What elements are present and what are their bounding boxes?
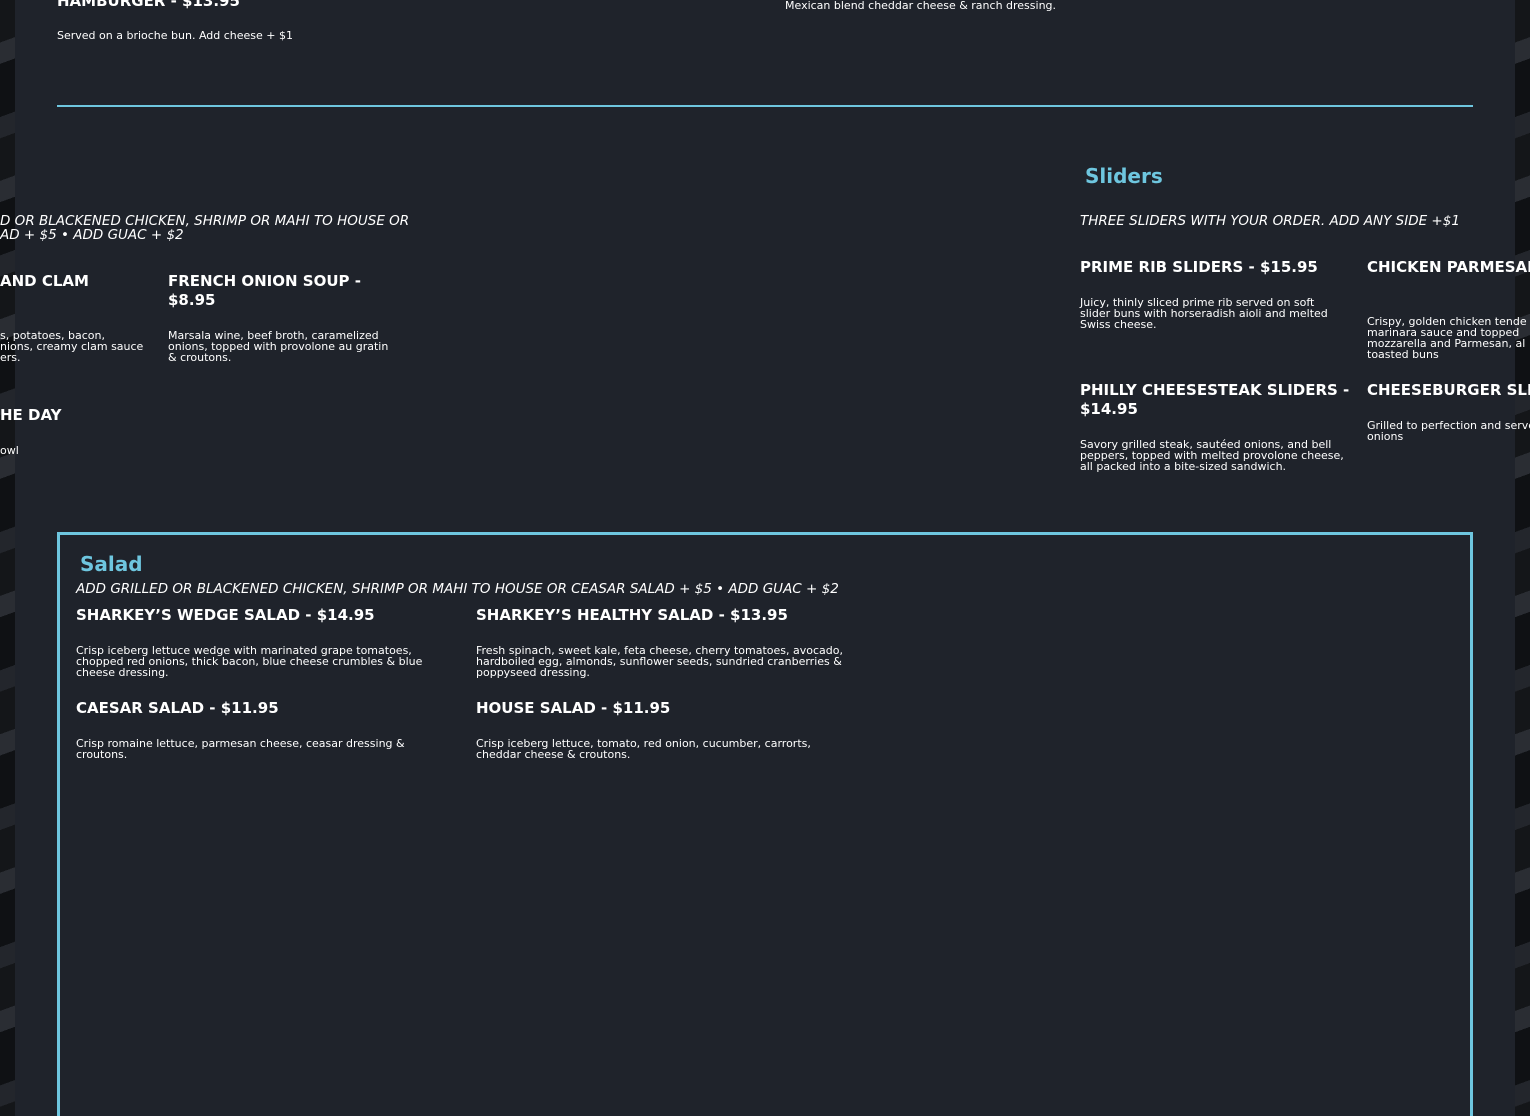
caesar-salad-desc: Crisp romaine lettuce, parmesan cheese, …: [76, 737, 405, 761]
sliders-note: THREE SLIDERS WITH YOUR ORDER. ADD ANY S…: [1080, 213, 1460, 229]
healthy-salad-title: SHARKEY’S HEALTHY SALAD - $13.95: [476, 606, 788, 624]
chicken-parm-desc-line-4: toasted buns: [1367, 348, 1439, 361]
salad-heading: Salad: [80, 552, 143, 576]
salad-note: ADD GRILLED OR BLACKENED CHICKEN, SHRIMP…: [76, 581, 839, 597]
caesar-salad-title: CAESAR SALAD - $11.95: [76, 699, 279, 717]
hamburger-title: HAMBURGER - $13.95: [57, 0, 240, 10]
sliders-heading: Sliders: [1085, 164, 1163, 188]
cheeseburger-sliders-title: CHEESEBURGER SLIDE: [1367, 381, 1530, 399]
french-onion-title: FRENCH ONION SOUP - $8.95: [168, 272, 361, 309]
left-decorative-strip: [0, 0, 15, 1116]
prime-rib-sliders-title: PRIME RIB SLIDERS - $15.95: [1080, 258, 1318, 276]
chicken-parmesan-sliders-desc: Crispy, golden chicken tende marinara sa…: [1367, 316, 1527, 360]
cheeseburger-sliders-desc: Grilled to perfection and serve onions: [1367, 420, 1530, 442]
healthy-salad-desc: Fresh spinach, sweet kale, feta cheese, …: [476, 644, 843, 679]
hamburger-desc: Served on a brioche bun. Add cheese + $1: [57, 29, 294, 42]
soups-note: D OR BLACKENED CHICKEN, SHRIMP OR MAHI T…: [0, 213, 410, 243]
chicken-parmesan-sliders-title: CHICKEN PARMESAN $14.95: [1367, 258, 1530, 276]
clam-desc-line-3: ers.: [0, 351, 21, 364]
soup-of-the-day-desc: owl: [0, 444, 19, 457]
clam-chowder-desc: s, potatoes, bacon, nions, creamy clam s…: [0, 330, 143, 363]
soups-note-line-2: AD + $5 • ADD GUAC + $2: [0, 227, 184, 243]
wedge-salad-title: SHARKEY’S WEDGE SALAD - $14.95: [76, 606, 375, 624]
clam-desc-line-2: nions, creamy clam sauce: [0, 340, 144, 353]
soup-of-the-day-title: HE DAY: [0, 406, 62, 424]
prime-rib-sliders-desc: Juicy, thinly sliced prime rib served on…: [1080, 296, 1328, 331]
philly-cheesesteak-sliders-title: PHILLY CHEESESTEAK SLIDERS - $14.95: [1080, 381, 1350, 418]
philly-cheesesteak-sliders-desc: Savory grilled steak, sautéed onions, an…: [1080, 438, 1344, 473]
wedge-salad-desc: Crisp iceberg lettuce wedge with marinat…: [76, 644, 423, 679]
cheeseburger-desc-line-2: onions: [1367, 430, 1404, 443]
right-decorative-strip: [1515, 0, 1530, 1116]
house-salad-title: HOUSE SALAD - $11.95: [476, 699, 671, 717]
clam-chowder-title: AND CLAM: [0, 272, 89, 290]
menu-page: HAMBURGER - $13.95 Served on a brioche b…: [0, 0, 1530, 1116]
house-salad-desc: Crisp iceberg lettuce, tomato, red onion…: [476, 737, 811, 761]
section-divider: [57, 105, 1473, 107]
french-onion-desc: Marsala wine, beef broth, caramelized on…: [168, 329, 389, 364]
top-right-desc: Mexican blend cheddar cheese & ranch dre…: [785, 0, 1057, 12]
soups-note-line-1: D OR BLACKENED CHICKEN, SHRIMP OR MAHI T…: [0, 213, 410, 229]
